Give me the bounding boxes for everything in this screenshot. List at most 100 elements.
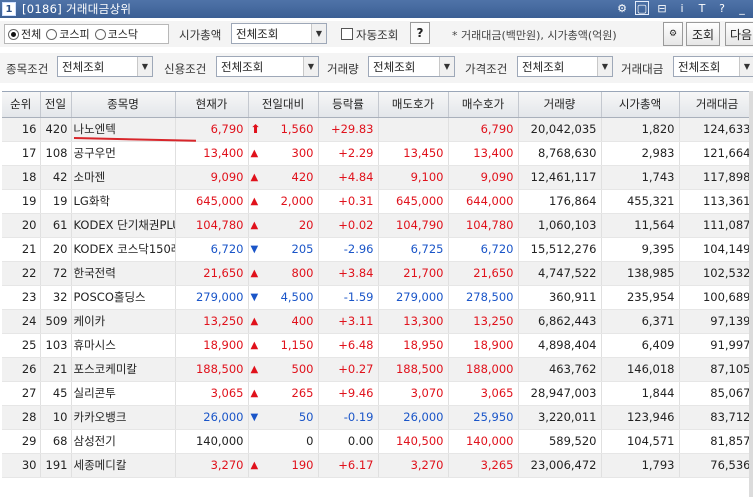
cell-change: ▲ 265 [248, 381, 319, 406]
cell-stock-name[interactable]: 한국전력 [71, 261, 176, 286]
col-header-change[interactable]: 전일대비 [248, 92, 319, 118]
trade-amount-select[interactable]: 전체조회 ▼ [673, 56, 753, 77]
cell-stock-name[interactable]: 포스코케미칼 [71, 357, 176, 382]
next-button[interactable]: 다음 [725, 22, 753, 46]
up-triangle-icon: ▲ [250, 459, 259, 471]
cell-volume: 3,220,011 [518, 405, 602, 430]
stock-cond-select-value: 전체조회 [62, 59, 105, 74]
table-row[interactable]: 2968삼성전기140,000·00.00140,500140,000589,5… [2, 429, 753, 454]
cell-rate: +6.17 [318, 453, 379, 478]
col-header-price[interactable]: 현재가 [175, 92, 249, 118]
cell-price: 6,790 [175, 117, 249, 142]
col-header-rate[interactable]: 등락률 [318, 92, 379, 118]
cell-market-cap: 11,564 [601, 213, 680, 238]
cell-volume: 589,520 [518, 429, 602, 454]
cell-trade-amount: 76,536 [679, 453, 753, 478]
col-header-bid[interactable]: 매수호가 [448, 92, 519, 118]
col-header-ask[interactable]: 매도호가 [378, 92, 449, 118]
col-header-name[interactable]: 종목명 [71, 92, 176, 118]
cell-prev-rank: 10 [40, 405, 72, 430]
table-row[interactable]: 19 19 LG화학 645,000 ▲ 2,000 +0.31 645,000 644,000… [2, 189, 753, 214]
cell-stock-name[interactable]: POSCO홀딩스 [71, 285, 176, 310]
cell-prev-rank: 191 [40, 453, 72, 478]
chevron-down-icon[interactable]: ▼ [137, 57, 152, 76]
cell-stock-name[interactable]: 소마젠 [71, 165, 176, 190]
chevron-down-icon[interactable]: ▼ [303, 57, 318, 76]
radio-kosdaq[interactable]: 코스닥 [94, 26, 138, 42]
table-row[interactable]: 20 61 KODEX 단기채권PLU 104,780 ▲ 20 +0.02 104,790 1… [2, 213, 753, 238]
cell-stock-name[interactable]: 공구우먼 [71, 141, 176, 166]
table-row[interactable]: 17 108 공구우먼 13,400 ▲ 300 +2.29 13,450 13,400 8,76… [2, 141, 753, 166]
info-icon[interactable]: i [675, 1, 689, 15]
table-row[interactable]: 26 21 포스코케미칼 188,500 ▲ 500 +0.27 188,500 188,000… [2, 357, 753, 382]
table-row[interactable]: 22 72 한국전력 21,650 ▲ 800 +3.84 21,700 21,650 4,747… [2, 261, 753, 286]
table-row[interactable]: 24 509 케이카 13,250 ▲ 400 +3.11 13,300 13,250 6,862… [2, 309, 753, 334]
cell-stock-name[interactable]: 카카오뱅크 [71, 405, 176, 430]
cell-stock-name[interactable]: KODEX 단기채권PLU [71, 213, 176, 238]
chevron-down-icon[interactable]: ▼ [739, 57, 753, 76]
col-header-trade-amount[interactable]: 거래대금 [679, 92, 753, 118]
chevron-down-icon[interactable]: ▼ [311, 24, 326, 43]
cell-rate: +3.84 [318, 261, 379, 286]
credit-cond-label: 신용조건 [164, 62, 207, 76]
chevron-down-icon[interactable]: ▼ [597, 57, 612, 76]
cell-stock-name[interactable]: 삼성전기 [71, 429, 176, 454]
minimize-icon[interactable]: _ [735, 1, 749, 15]
cell-stock-name[interactable]: 세종메디칼 [71, 453, 176, 478]
table-row[interactable]: 28 10 카카오뱅크 26,000 ▼ 50 -0.19 26,000 25,950 3,220… [2, 405, 753, 430]
vertical-scrollbar[interactable] [749, 91, 753, 497]
cell-change: ·0 [248, 429, 319, 454]
up-triangle-icon: ▲ [250, 339, 259, 351]
cell-stock-name[interactable]: 실리콘투 [71, 381, 176, 406]
help-button[interactable]: ? [410, 22, 430, 44]
pin-icon[interactable]: T [695, 1, 709, 15]
radio-all-indicator[interactable] [8, 28, 19, 40]
cell-rank: 20 [2, 213, 41, 238]
cell-stock-name[interactable]: LG화학 [71, 189, 176, 214]
chevron-down-icon[interactable]: ▼ [439, 57, 454, 76]
radio-kospi-indicator[interactable] [46, 28, 58, 40]
cell-prev-rank: 19 [40, 189, 72, 214]
table-row[interactable]: 23 32 POSCO홀딩스 279,000 ▼ 4,500 -1.59 279,000 278… [2, 285, 753, 310]
cell-change: ▲ 500 [248, 357, 319, 382]
cell-stock-name[interactable]: KODEX 코스닥150레 [71, 237, 176, 262]
table-row[interactable]: 30 191 세종메디칼 3,270 ▲ 190 +6.17 3,270 3,265 23,006… [2, 453, 753, 478]
down-triangle-icon: ▼ [250, 411, 259, 423]
col-header-volume[interactable]: 거래량 [518, 92, 602, 118]
price-cond-select[interactable]: 전체조회 ▼ [517, 56, 613, 77]
credit-cond-select[interactable]: 전체조회 ▼ [216, 56, 319, 77]
cell-stock-name[interactable]: 휴마시스 [71, 333, 176, 358]
radio-kosdaq-indicator[interactable] [94, 28, 106, 40]
query-button[interactable]: 조회 [686, 22, 720, 46]
stock-cond-select[interactable]: 전체조회 ▼ [57, 56, 153, 77]
lock-icon[interactable]: ⊟ [655, 1, 669, 15]
auto-query-checkbox[interactable] [341, 28, 353, 40]
cell-prev-rank: 61 [40, 213, 72, 238]
settings-button[interactable]: ⚙ [663, 22, 683, 46]
settings-icon[interactable]: ⚙ [615, 1, 629, 15]
cell-change: ▲ 400 [248, 309, 319, 334]
cell-stock-name[interactable]: 케이카 [71, 309, 176, 334]
cell-price: 6,720 [175, 237, 249, 262]
cell-rate: +29.83 [318, 117, 379, 142]
cell-market-cap: 138,985 [601, 261, 680, 286]
radio-kospi[interactable]: 코스피 [46, 26, 90, 42]
col-header-prev-rank[interactable]: 전일 [40, 92, 72, 118]
col-header-market-cap[interactable]: 시가총액 [601, 92, 680, 118]
radio-all[interactable]: 전체 [8, 26, 41, 42]
cell-volume: 176,864 [518, 189, 602, 214]
help-icon[interactable]: ? [715, 1, 729, 15]
cell-prev-rank: 32 [40, 285, 72, 310]
col-header-rank[interactable]: 순위 [2, 92, 41, 118]
table-row[interactable]: 18 42 소마젠 9,090 ▲ 420 +4.84 9,100 9,090 12,461,11… [2, 165, 753, 190]
table-row[interactable]: 21 20 KODEX 코스닥150레 6,720 ▼ 205 -2.96 6,725 6,72… [2, 237, 753, 262]
cell-prev-rank: 42 [40, 165, 72, 190]
credit-cond-select-value: 전체조회 [221, 59, 264, 74]
table-row[interactable]: 27 45 실리콘투 3,065 ▲ 265 +9.46 3,070 3,065 28,947,0… [2, 381, 753, 406]
table-row[interactable]: 25 103 휴마시스 18,900 ▲ 1,150 +6.48 18,950 18,900 4,… [2, 333, 753, 358]
market-cap-select[interactable]: 전체조회 ▼ [231, 23, 327, 44]
link-icon[interactable]: ▢ [635, 1, 649, 15]
price-cond-select-value: 전체조회 [522, 59, 565, 74]
volume-select[interactable]: 전체조회 ▼ [368, 56, 455, 77]
cell-rate: +0.27 [318, 357, 379, 382]
